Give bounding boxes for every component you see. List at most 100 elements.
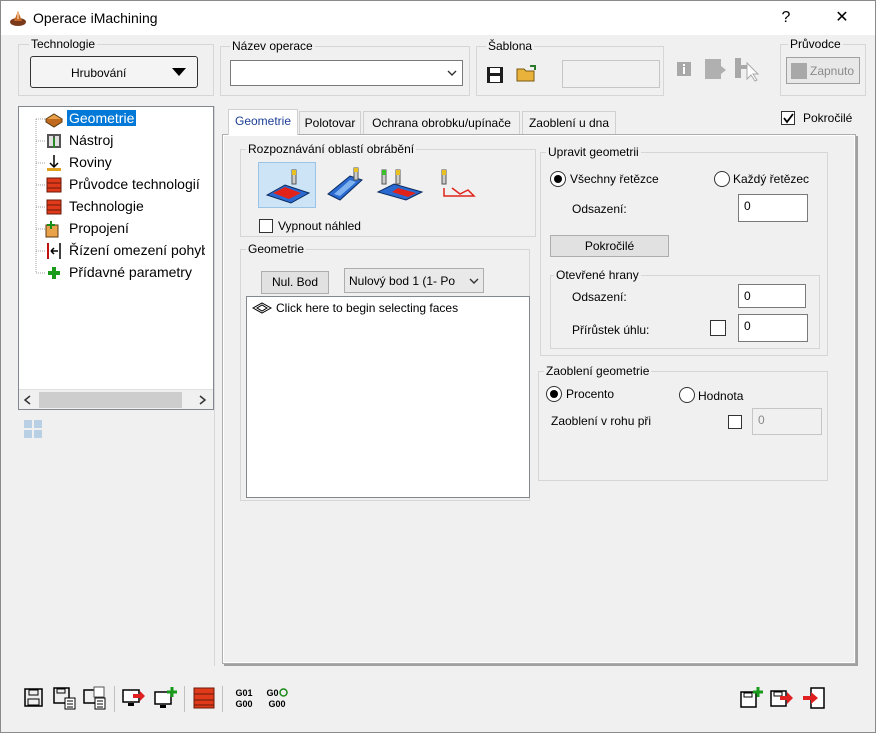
simulate-icon[interactable] bbox=[122, 686, 146, 710]
offset-label: Odsazení: bbox=[572, 202, 627, 216]
tree-item-propojeni[interactable]: Propojení bbox=[19, 218, 205, 240]
operation-name-combobox[interactable] bbox=[230, 60, 463, 86]
tree-item-pruvodce-technologii[interactable]: Průvodce technologií bbox=[19, 174, 205, 196]
save-calculate-icon[interactable] bbox=[52, 686, 76, 710]
settings-gear-icon bbox=[278, 688, 288, 697]
guide-toggle-label: Zapnuto bbox=[810, 64, 855, 78]
toolbar-separator bbox=[184, 686, 185, 712]
gcode-g00-button[interactable]: G0 G00 bbox=[262, 688, 292, 710]
pocket-area-icon bbox=[265, 169, 311, 204]
operation-name-label: Název operace bbox=[230, 39, 315, 53]
layers-stack-icon bbox=[46, 177, 62, 193]
technologie-label: Technologie bbox=[29, 37, 98, 51]
toolbar-separator bbox=[114, 686, 115, 712]
add-operation-icon[interactable] bbox=[740, 686, 764, 710]
value-radio[interactable] bbox=[679, 387, 695, 403]
tree-item-nastroj[interactable]: Nástroj bbox=[19, 130, 205, 152]
motion-limit-icon bbox=[47, 243, 61, 259]
scroll-left-icon[interactable] bbox=[23, 395, 31, 405]
info-icon bbox=[677, 62, 691, 76]
corner-fillet-checkbox[interactable] bbox=[728, 415, 742, 429]
tree-item-rizeni-omezeni-pohybu[interactable]: Řízení omezení pohybu bbox=[19, 240, 205, 262]
angle-increment-checkbox[interactable] bbox=[710, 320, 726, 336]
scroll-right-icon[interactable] bbox=[199, 395, 207, 405]
tree-scrollbar[interactable] bbox=[19, 389, 213, 409]
contour-profile-icon[interactable] bbox=[438, 166, 478, 204]
technology-layers-icon bbox=[46, 199, 62, 215]
open-edges-label: Otevřené hrany bbox=[554, 268, 641, 282]
simulate-add-icon[interactable] bbox=[154, 686, 178, 710]
geometry-box-icon bbox=[45, 113, 63, 128]
each-chain-radio[interactable] bbox=[714, 171, 730, 187]
save-template-icon[interactable] bbox=[486, 66, 504, 84]
technologie-value: Hrubování bbox=[71, 66, 127, 80]
zero-point-value: Nulový bod 1 (1- Po bbox=[349, 274, 456, 288]
all-chains-radio[interactable] bbox=[550, 171, 566, 187]
angle-increment-input[interactable]: 0 bbox=[738, 314, 808, 342]
save-calculate-all-icon[interactable] bbox=[82, 686, 106, 710]
link-icon bbox=[45, 221, 59, 238]
pointer-key-icon bbox=[735, 58, 760, 82]
zero-point-button[interactable]: Nul. Bod bbox=[261, 271, 329, 294]
disable-preview-label: Vypnout náhled bbox=[278, 219, 361, 233]
window-title: Operace iMachining bbox=[33, 10, 158, 26]
open-pocket-icon[interactable] bbox=[326, 166, 366, 204]
tree-item-roviny[interactable]: Roviny bbox=[19, 152, 205, 174]
title-bar: Operace iMachining ? ✕ bbox=[1, 1, 875, 35]
template-label: Šablona bbox=[486, 39, 535, 53]
face-selection-list[interactable]: Click here to begin selecting faces bbox=[246, 296, 530, 498]
chevron-down-icon bbox=[447, 70, 457, 76]
tab-ochrana[interactable]: Ochrana obrobku/upínače bbox=[363, 111, 520, 134]
save-exit-icon[interactable] bbox=[770, 686, 794, 710]
exit-icon[interactable] bbox=[802, 686, 826, 710]
disable-preview-checkbox[interactable] bbox=[259, 219, 273, 233]
plus-icon bbox=[48, 267, 60, 279]
chevron-down-icon bbox=[469, 278, 479, 284]
each-chain-label: Každý řetězec bbox=[733, 172, 810, 186]
advanced-button[interactable]: Pokročilé bbox=[550, 235, 669, 257]
corner-fillet-input[interactable]: 0 bbox=[752, 408, 822, 435]
open-edges-offset-label: Odsazení: bbox=[572, 290, 627, 304]
step-face-icon[interactable] bbox=[376, 166, 426, 204]
advanced-label: Pokročilé bbox=[803, 111, 853, 125]
recognition-label: Rozpoznávání oblastí obrábění bbox=[246, 142, 417, 156]
value-label: Hodnota bbox=[698, 389, 744, 403]
guide-label: Průvodce bbox=[788, 37, 843, 51]
tab-zaobleni-u-dna[interactable]: Zaoblení u dna bbox=[522, 111, 616, 134]
all-chains-label: Všechny řetězce bbox=[570, 172, 659, 186]
tree-item-pridavne-parametry[interactable]: Přídavné parametry bbox=[19, 262, 205, 284]
recognition-option-1[interactable] bbox=[258, 162, 316, 208]
close-button[interactable]: ✕ bbox=[819, 2, 865, 34]
percent-radio[interactable] bbox=[546, 386, 562, 402]
plane-arrow-icon bbox=[47, 155, 61, 171]
fillet-label: Zaoblení geometrie bbox=[544, 364, 652, 378]
guide-toggle-button[interactable]: Zapnuto bbox=[786, 57, 860, 84]
geometry-label: Geometrie bbox=[246, 242, 307, 256]
offset-input[interactable]: 0 bbox=[738, 194, 808, 222]
dropdown-arrow-icon bbox=[172, 68, 186, 76]
tool-db-icon bbox=[705, 59, 726, 79]
angle-increment-label: Přírůstek úhlu: bbox=[572, 323, 650, 337]
percent-label: Procento bbox=[566, 387, 615, 401]
open-edges-offset-input[interactable]: 0 bbox=[738, 284, 806, 308]
zero-point-select[interactable]: Nulový bod 1 (1- Po bbox=[344, 268, 484, 293]
save-icon[interactable] bbox=[22, 686, 46, 710]
tab-polotovar[interactable]: Polotovar bbox=[299, 111, 361, 134]
tree-item-technologie[interactable]: Technologie bbox=[19, 196, 205, 218]
scroll-thumb[interactable] bbox=[39, 392, 182, 408]
grid-view-icon[interactable] bbox=[24, 420, 43, 439]
template-field[interactable] bbox=[562, 60, 660, 88]
open-folder-icon[interactable] bbox=[516, 64, 538, 84]
face-select-icon bbox=[252, 302, 272, 314]
toggle-indicator-icon bbox=[791, 63, 807, 79]
tab-geometrie[interactable]: Geometrie bbox=[228, 109, 298, 135]
tree-item-geometrie[interactable]: Geometrie bbox=[19, 108, 205, 130]
advanced-checkbox[interactable] bbox=[781, 111, 795, 125]
corner-fillet-label: Zaoblení v rohu při bbox=[551, 414, 652, 428]
tool-holder-icon bbox=[47, 134, 61, 148]
app-icon bbox=[10, 11, 26, 26]
gcode-g01-button[interactable]: G01 G00 bbox=[232, 688, 256, 710]
technologie-dropdown[interactable]: Hrubování bbox=[30, 56, 198, 88]
help-button[interactable]: ? bbox=[763, 2, 809, 34]
technology-layers-icon[interactable] bbox=[192, 686, 216, 710]
